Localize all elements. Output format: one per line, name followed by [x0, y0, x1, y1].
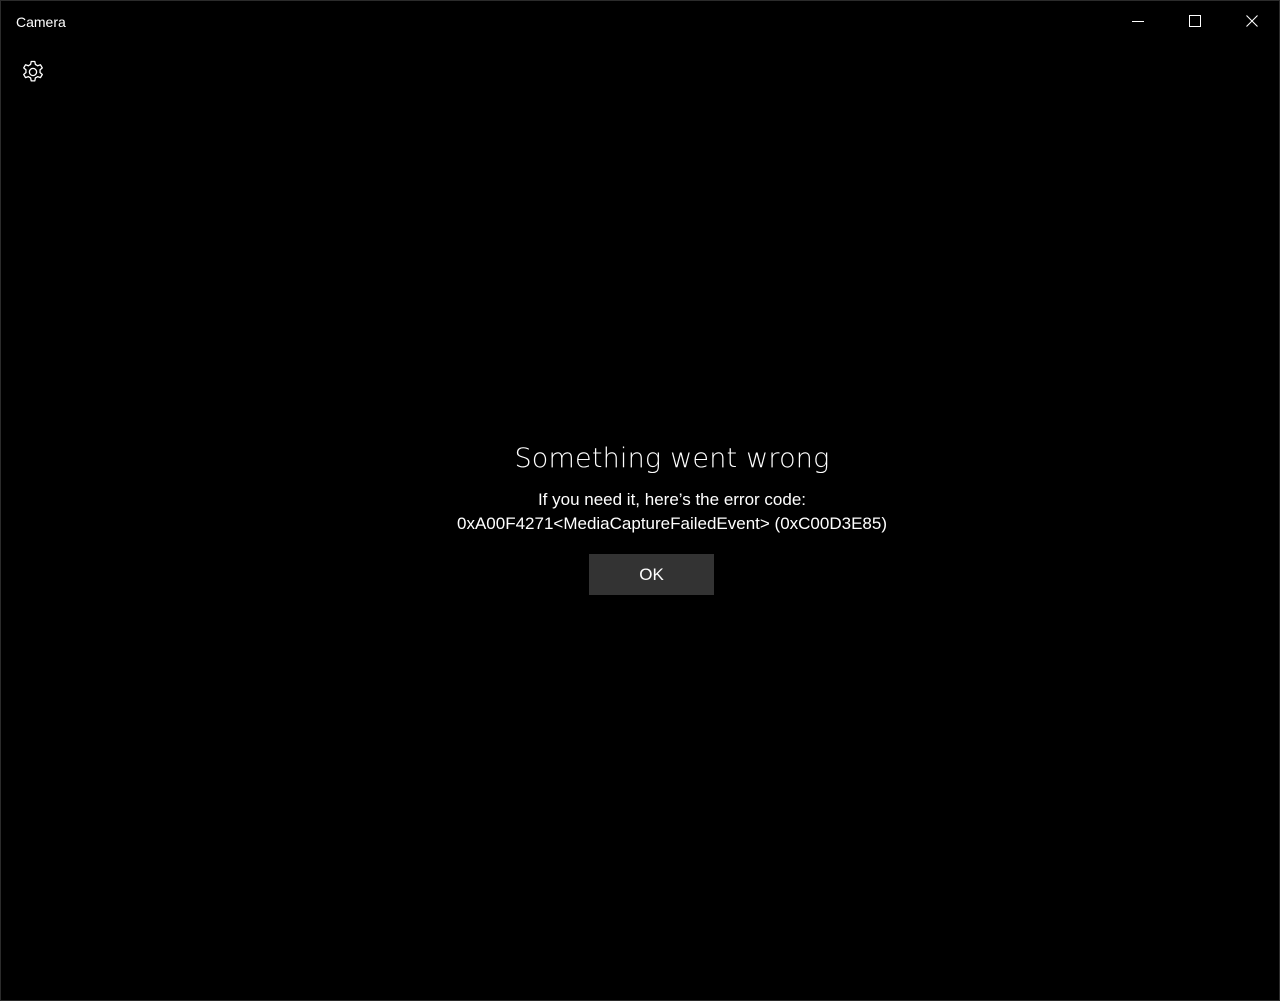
error-message: If you need it, here’s the error code: — [537, 490, 807, 509]
error-title: Something went wrong — [514, 443, 830, 474]
maximize-icon — [1188, 15, 1201, 27]
close-button[interactable] — [1223, 1, 1279, 41]
title-bar[interactable]: Camera — [1, 1, 1279, 41]
minimize-button[interactable] — [1109, 1, 1166, 41]
ok-button[interactable]: OK — [589, 554, 714, 595]
minimize-icon — [1131, 15, 1144, 27]
camera-window: Camera Something went wrong If you need … — [0, 0, 1280, 1001]
maximize-button[interactable] — [1166, 1, 1223, 41]
close-icon — [1245, 15, 1258, 27]
gear-icon — [20, 59, 46, 89]
error-code: 0xA00F4271<MediaCaptureFailedEvent> (0xC… — [457, 514, 887, 533]
app-title: Camera — [16, 14, 66, 30]
settings-button[interactable] — [14, 57, 52, 91]
